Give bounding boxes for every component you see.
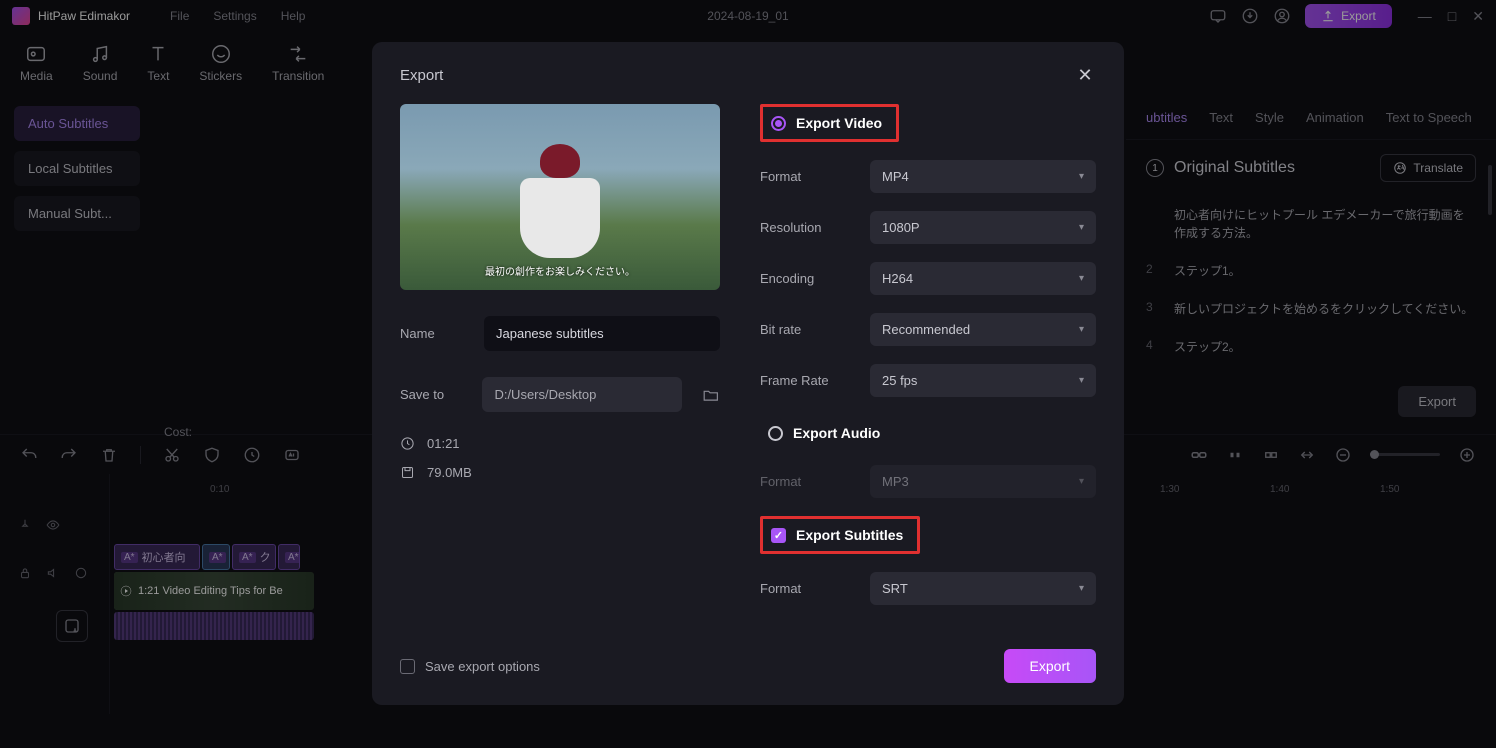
export-subtitles-label: Export Subtitles	[796, 527, 903, 543]
audio-format-label: Format	[760, 474, 850, 489]
preview-thumbnail: 最初の創作をお楽しみください。	[400, 104, 720, 290]
export-video-label: Export Video	[796, 115, 882, 131]
export-modal: Export ✕ 最初の創作をお楽しみください。 Name Save to	[372, 42, 1124, 705]
resolution-label: Resolution	[760, 220, 850, 235]
folder-icon[interactable]	[702, 386, 720, 404]
sub-format-select[interactable]: SRT▾	[870, 572, 1096, 605]
size-value: 79.0MB	[427, 465, 472, 480]
radio-checked-icon	[771, 116, 786, 131]
resolution-select[interactable]: 1080P▾	[870, 211, 1096, 244]
modal-title: Export	[400, 67, 443, 84]
export-subtitles-section[interactable]: ✓ Export Subtitles	[760, 516, 920, 554]
name-input[interactable]	[484, 316, 720, 351]
chevron-down-icon: ▾	[1079, 583, 1084, 594]
format-select[interactable]: MP4▾	[870, 160, 1096, 193]
duration-value: 01:21	[427, 436, 460, 451]
export-audio-label: Export Audio	[793, 425, 880, 441]
save-options-label: Save export options	[425, 659, 540, 674]
encoding-select[interactable]: H264▾	[870, 262, 1096, 295]
checkbox-checked-icon: ✓	[771, 528, 786, 543]
export-video-section[interactable]: Export Video	[760, 104, 899, 142]
bitrate-select[interactable]: Recommended▾	[870, 313, 1096, 346]
chevron-down-icon: ▾	[1079, 476, 1084, 487]
sub-format-label: Format	[760, 581, 850, 596]
modal-close-button[interactable]: ✕	[1074, 64, 1096, 86]
chevron-down-icon: ▾	[1079, 171, 1084, 182]
audio-format-select: MP3▾	[870, 465, 1096, 498]
encoding-label: Encoding	[760, 271, 850, 286]
clock-icon	[400, 436, 415, 451]
checkbox-unchecked-icon	[400, 659, 415, 674]
duration-row: 01:21	[400, 436, 720, 451]
bitrate-label: Bit rate	[760, 322, 850, 337]
disk-icon	[400, 465, 415, 480]
saveto-input[interactable]	[482, 377, 682, 412]
chevron-down-icon: ▾	[1079, 324, 1084, 335]
modal-overlay: Export ✕ 最初の創作をお楽しみください。 Name Save to	[0, 0, 1496, 748]
saveto-label: Save to	[400, 387, 462, 402]
modal-export-button[interactable]: Export	[1004, 649, 1096, 683]
framerate-select[interactable]: 25 fps▾	[870, 364, 1096, 397]
save-options-checkbox[interactable]: Save export options	[400, 659, 540, 674]
format-label: Format	[760, 169, 850, 184]
export-audio-section[interactable]: Export Audio	[760, 419, 1096, 447]
size-row: 79.0MB	[400, 465, 720, 480]
chevron-down-icon: ▾	[1079, 273, 1084, 284]
radio-unchecked-icon	[768, 426, 783, 441]
chevron-down-icon: ▾	[1079, 222, 1084, 233]
chevron-down-icon: ▾	[1079, 375, 1084, 386]
preview-caption: 最初の創作をお楽しみください。	[485, 263, 635, 278]
framerate-label: Frame Rate	[760, 373, 850, 388]
name-label: Name	[400, 326, 464, 341]
